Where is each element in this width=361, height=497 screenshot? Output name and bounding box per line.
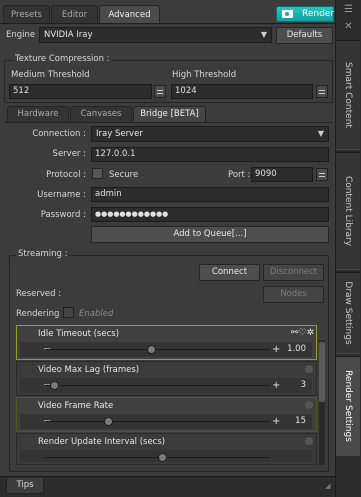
gear-icon[interactable]: [305, 401, 313, 409]
tab-presets[interactable]: Presets: [3, 5, 50, 23]
high-threshold-label: High Threshold: [172, 70, 237, 80]
streaming-title: Streaming :: [16, 249, 70, 259]
plus-icon[interactable]: +: [272, 380, 280, 391]
idle-timeout-slider[interactable]: Idle Timeout (secs) ⚯♡✲ − + 1.00: [16, 325, 317, 360]
side-tab-label: Smart Content: [343, 62, 353, 128]
video-max-lag-slider[interactable]: Video Max Lag (frames) − + 3: [16, 361, 317, 396]
tab-bridge[interactable]: Bridge [BETA]: [133, 106, 206, 122]
side-tab-smart-content[interactable]: Smart Content: [336, 40, 360, 150]
plus-icon[interactable]: +: [272, 416, 280, 427]
slider-value[interactable]: 1.00: [287, 344, 306, 354]
slider-line: [45, 349, 270, 350]
close-x-icon[interactable]: ✕: [340, 20, 357, 34]
defaults-button[interactable]: Defaults: [276, 27, 333, 44]
reserved-label: Reserved :: [16, 289, 62, 299]
server-label: Server :: [52, 149, 86, 159]
slider-title: Idle Timeout (secs): [38, 329, 120, 339]
connect-button[interactable]: Connect: [199, 264, 260, 281]
gear-icon[interactable]: [305, 437, 313, 445]
slider-track[interactable]: − + 3: [20, 378, 312, 393]
render-button-label: Render: [302, 9, 335, 19]
password-field[interactable]: ●●●●●●●●●●●●: [91, 207, 329, 222]
username-field[interactable]: admin: [91, 187, 329, 202]
side-tab-content-library[interactable]: Content Library: [336, 152, 360, 270]
divider: [0, 23, 335, 24]
high-threshold-field[interactable]: 1024: [171, 84, 313, 99]
enabled-label: Enabled: [79, 309, 114, 319]
side-tab-draw-settings[interactable]: Draw Settings: [336, 272, 360, 354]
username-label: Username :: [37, 190, 86, 200]
secure-label: Secure: [109, 170, 139, 180]
tab-canvases[interactable]: Canvases: [70, 106, 132, 122]
dropdown-caret-icon: ▼: [317, 129, 324, 138]
password-label: Password :: [40, 210, 86, 220]
resize-grip-icon[interactable]: ◢: [325, 482, 334, 491]
server-field[interactable]: 127.0.0.1: [91, 147, 329, 162]
side-tab-label: Content Library: [343, 175, 353, 247]
slider-knob[interactable]: [103, 417, 113, 426]
tab-hardware[interactable]: Hardware: [7, 106, 69, 122]
render-button[interactable]: Render: [276, 6, 334, 22]
medium-threshold-label: Medium Threshold: [11, 70, 90, 80]
slider-value[interactable]: 3: [301, 380, 306, 390]
slider-title: Render Update Interval (secs): [38, 437, 166, 447]
slider-options-icons[interactable]: ⚯♡✲: [291, 328, 314, 338]
connection-label: Connection :: [32, 129, 86, 139]
secure-checkbox[interactable]: [92, 168, 103, 179]
slider-title: Video Frame Rate: [38, 401, 114, 411]
port-label: Port :: [228, 170, 251, 180]
medium-threshold-field[interactable]: 512: [9, 84, 152, 99]
slider-line: [45, 421, 270, 422]
slider-line: [45, 385, 270, 386]
tab-editor[interactable]: Editor: [51, 5, 98, 23]
render-update-interval-slider[interactable]: Render Update Interval (secs): [16, 433, 317, 465]
slider-knob[interactable]: [146, 345, 156, 354]
slider-knob[interactable]: [50, 381, 59, 390]
port-field[interactable]: 9090: [251, 167, 313, 182]
side-tab-label: Draw Settings: [343, 281, 353, 345]
high-threshold-stepper[interactable]: [316, 85, 328, 98]
tab-advanced[interactable]: Advanced: [99, 5, 160, 23]
nodes-button[interactable]: Nodes: [263, 286, 324, 303]
slider-track[interactable]: − + 1.00: [20, 342, 312, 357]
dropdown-caret-icon: ▼: [260, 30, 267, 39]
scrollbar-thumb[interactable]: [319, 342, 325, 402]
side-tab-render-settings[interactable]: Render Settings: [336, 356, 360, 456]
connection-value: Iray Server: [96, 129, 143, 139]
disconnect-button[interactable]: Disconnect: [263, 264, 324, 281]
medium-threshold-stepper[interactable]: [154, 85, 166, 98]
slider-track[interactable]: [20, 450, 312, 462]
side-tab-label: Render Settings: [343, 370, 353, 442]
enabled-checkbox[interactable]: [63, 307, 74, 318]
engine-label: Engine :: [6, 30, 41, 40]
menu-lines-icon[interactable]: ☰: [340, 3, 357, 17]
divider: [4, 122, 333, 123]
plus-icon[interactable]: +: [272, 344, 280, 355]
slider-value[interactable]: 15: [295, 416, 306, 426]
engine-value: NVIDIA Iray: [44, 30, 93, 40]
protocol-label: Protocol :: [46, 170, 86, 180]
slider-track[interactable]: − + 15: [20, 414, 312, 429]
rendering-label: Rendering :: [16, 309, 65, 319]
tips-tab[interactable]: Tips: [6, 478, 44, 494]
port-stepper[interactable]: [316, 168, 328, 181]
engine-dropdown[interactable]: NVIDIA Iray ▼: [39, 27, 272, 43]
camera-icon: [282, 10, 293, 18]
texture-compression-title: Texture Compression :: [13, 54, 112, 64]
connection-dropdown[interactable]: Iray Server ▼: [91, 126, 329, 142]
gear-icon[interactable]: [305, 365, 313, 373]
slider-knob[interactable]: [157, 453, 167, 462]
bottom-bar: [0, 476, 335, 497]
slider-title: Video Max Lag (frames): [38, 365, 140, 375]
add-to-queue-button[interactable]: Add to Queue[...]: [91, 226, 329, 243]
video-frame-rate-slider[interactable]: Video Frame Rate − + 15: [16, 397, 317, 432]
